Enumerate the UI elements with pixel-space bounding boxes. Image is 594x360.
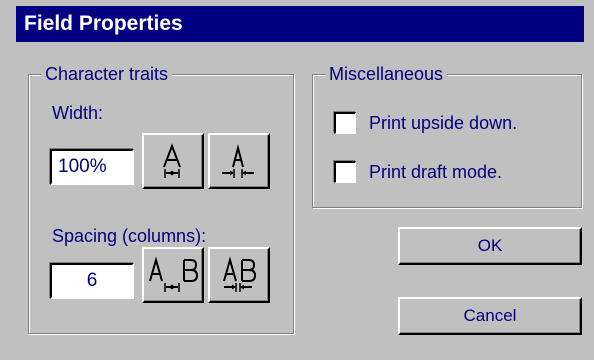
widen-text-button[interactable] (142, 133, 204, 189)
width-label: Width: (52, 103, 104, 123)
spacing-input[interactable] (50, 263, 134, 299)
narrow-text-icon (222, 144, 254, 178)
width-input[interactable] (50, 149, 134, 185)
print-draft-mode-label[interactable]: Print draft mode. (369, 161, 502, 183)
print-draft-mode-checkbox[interactable] (334, 161, 356, 183)
widen-text-icon (163, 143, 181, 178)
dialog-title: Field Properties (16, 6, 584, 42)
miscellaneous-group: Miscellaneous (312, 63, 582, 208)
spacing-label: Spacing (columns): (52, 226, 207, 246)
decrease-spacing-button[interactable] (208, 247, 270, 303)
narrow-text-button[interactable] (208, 133, 270, 189)
miscellaneous-legend: Miscellaneous (325, 63, 448, 85)
field-properties-dialog: Field Properties Character traits Width: (0, 0, 594, 360)
cancel-button[interactable]: Cancel (398, 297, 582, 335)
character-traits-legend: Character traits (41, 63, 173, 85)
decrease-spacing-icon (223, 256, 257, 292)
print-upside-down-label[interactable]: Print upside down. (369, 112, 517, 134)
increase-spacing-button[interactable] (142, 247, 204, 303)
increase-spacing-icon (149, 256, 199, 292)
print-upside-down-checkbox[interactable] (334, 112, 356, 134)
ok-button[interactable]: OK (398, 227, 582, 265)
